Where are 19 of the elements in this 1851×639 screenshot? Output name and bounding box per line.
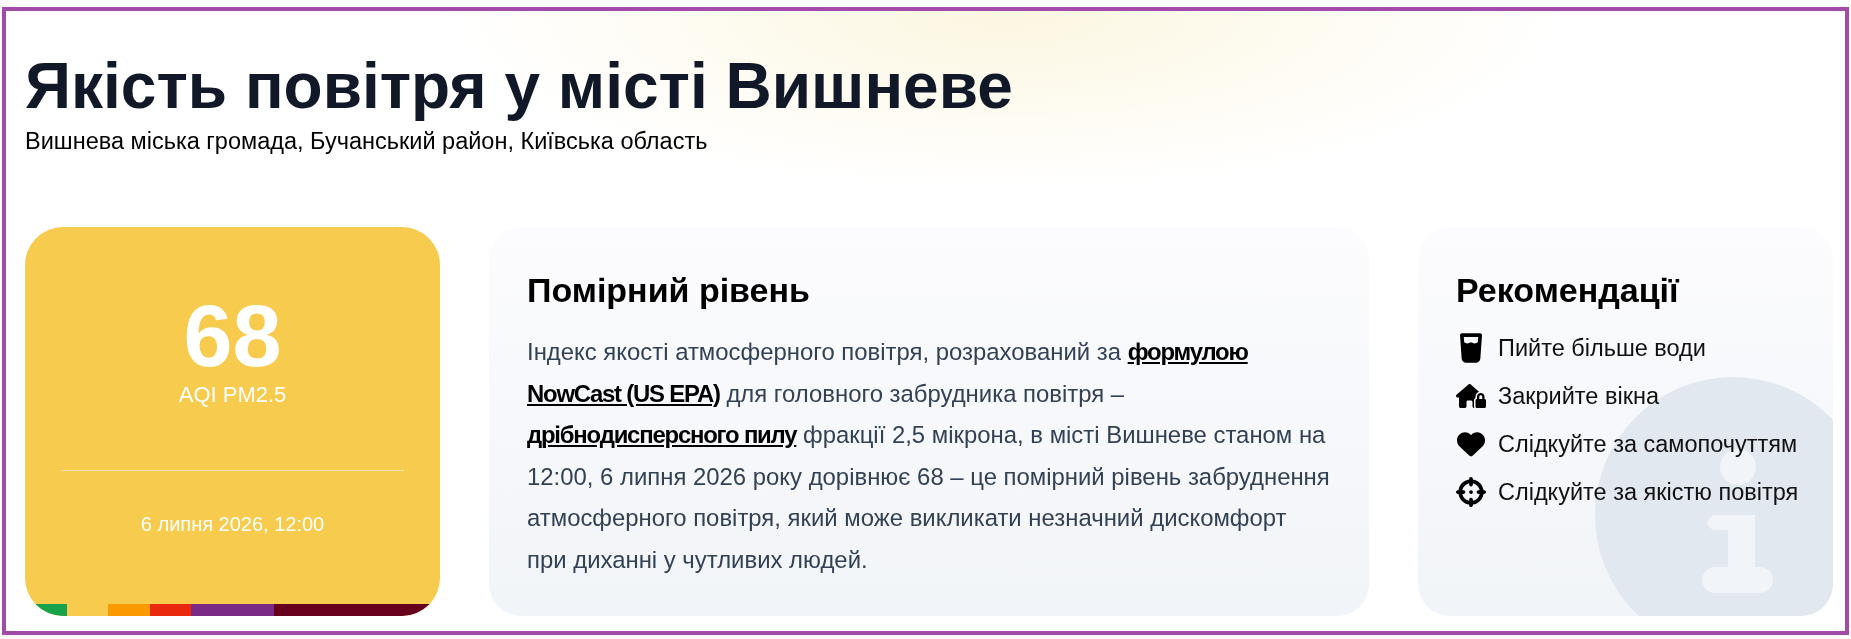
recommendation-text: Пийте більше води bbox=[1498, 334, 1706, 363]
aqi-label: AQI PM2.5 bbox=[178, 382, 287, 408]
measurement-time: 6 липня 2026, 12:00 bbox=[140, 512, 325, 536]
house-lock-icon bbox=[1456, 384, 1486, 408]
text-link[interactable]: NowCast (US EPA) bbox=[527, 379, 720, 407]
recommendation-text: Слідкуйте за якістю повітря bbox=[1498, 478, 1799, 507]
level-title: Помірний рівень bbox=[527, 270, 811, 310]
recommendation-text: Закрийте вікна bbox=[1498, 382, 1659, 411]
aqi-value: 68 bbox=[183, 292, 282, 380]
recommendation-text: Слідкуйте за самопочуттям bbox=[1498, 430, 1798, 459]
heart-icon bbox=[1457, 430, 1485, 458]
text-link[interactable]: формулою bbox=[1127, 338, 1248, 365]
crosshairs-icon bbox=[1456, 477, 1486, 507]
water-glass-icon bbox=[1460, 333, 1482, 363]
description-text: Індекс якості атмосферного повітря, розрахований за формулою NowCast (US EPA) для головного забрудника повітря – дрібнодисперсного пилу фракції 2,5 мікрона, в місті Вишневе станом на 12:00, 6 липня 2026 року дорівнює 68 – це помірний рівень забруднення атмосферного повітря, який може викликати незначний дискомфорт при диханні у чутливих людей. bbox=[527, 337, 1331, 575]
location-subtitle: Вишнева міська громада, Бучанський район, Київська область bbox=[25, 127, 709, 155]
page-title: Якість повітря у місті Вишневе bbox=[25, 49, 1014, 124]
recommendations-title: Рекомендації bbox=[1456, 270, 1681, 310]
text-link[interactable]: дрібнодисперсного пилу bbox=[527, 421, 797, 448]
